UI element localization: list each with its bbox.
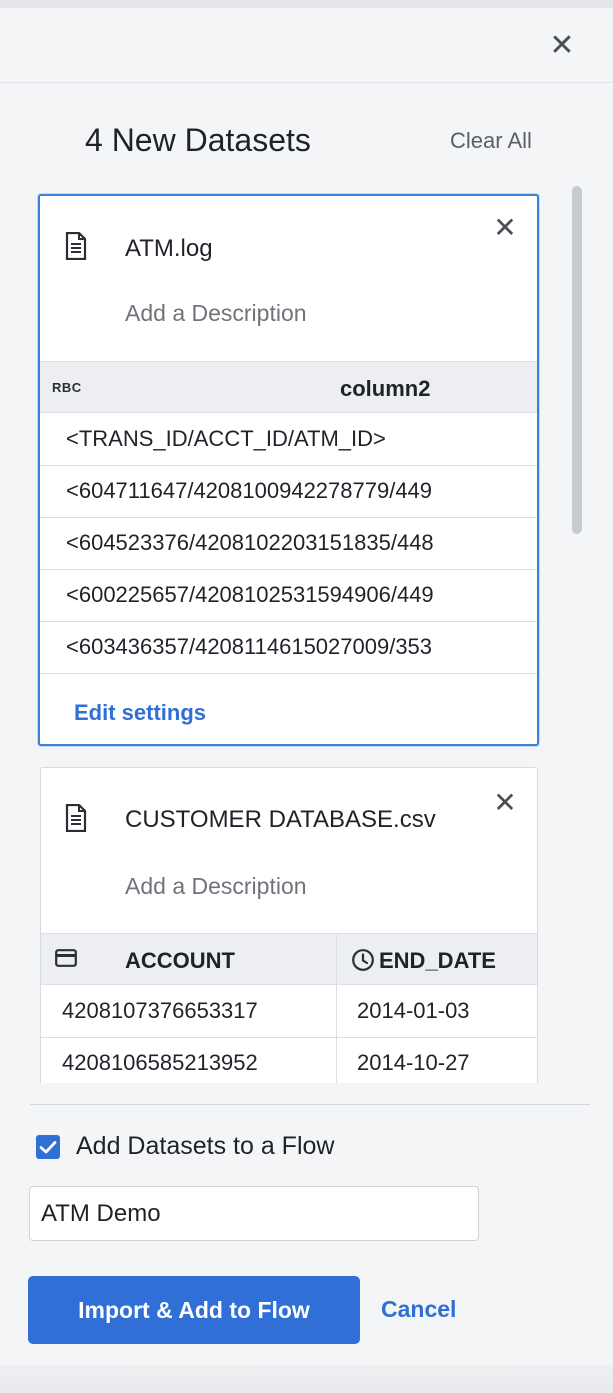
table-cell: 4208107376653317 bbox=[62, 998, 258, 1023]
footer-divider bbox=[30, 1104, 590, 1105]
dataset-name: CUSTOMER DATABASE.csv bbox=[125, 806, 436, 833]
description-field[interactable]: Add a Description bbox=[125, 300, 307, 327]
table-cell: 2014-01-03 bbox=[357, 998, 470, 1023]
bottom-edge bbox=[0, 1365, 613, 1393]
grid-header: ACCOUNT END_DATE bbox=[41, 933, 537, 986]
dataset-name: ATM.log bbox=[125, 235, 213, 262]
table-cell: <604523376/4208102203151835/448 bbox=[66, 530, 434, 555]
table-row: <604523376/4208102203151835/448 bbox=[40, 518, 537, 570]
table-row: <603436357/4208114615027009/353 bbox=[40, 622, 537, 674]
table-cell: <604711647/4208100942278779/449 bbox=[66, 478, 433, 503]
table-row: <604711647/4208100942278779/449 bbox=[40, 466, 537, 518]
panel-header bbox=[0, 8, 613, 83]
credit-card-icon bbox=[55, 949, 77, 967]
table-cell: <600225657/4208102531594906/449 bbox=[66, 582, 434, 607]
table-cell: <TRANS_ID/ACCT_ID/ATM_ID> bbox=[66, 426, 386, 451]
column-divider bbox=[336, 934, 337, 986]
table-row: <TRANS_ID/ACCT_ID/ATM_ID> bbox=[40, 414, 537, 466]
close-panel-button[interactable]: ✕ bbox=[544, 28, 580, 64]
edit-settings-link[interactable]: Edit settings bbox=[74, 700, 206, 726]
grid-header: RBC column2 bbox=[40, 361, 537, 413]
table-cell: 4208106585213952 bbox=[62, 1050, 258, 1075]
clock-icon bbox=[352, 949, 374, 971]
string-type-icon: RBC bbox=[52, 380, 82, 395]
flow-name-input[interactable] bbox=[29, 1186, 479, 1241]
close-icon: ✕ bbox=[493, 212, 517, 243]
column-header: column2 bbox=[340, 376, 431, 401]
top-border bbox=[0, 0, 613, 8]
table-row: 4208107376653317 2014-01-03 bbox=[41, 986, 537, 1038]
description-field[interactable]: Add a Description bbox=[125, 873, 307, 900]
cancel-button[interactable]: Cancel bbox=[381, 1296, 456, 1323]
add-to-flow-label[interactable]: Add Datasets to a Flow bbox=[76, 1132, 334, 1161]
panel-title: 4 New Datasets bbox=[85, 122, 311, 158]
add-to-flow-checkbox[interactable] bbox=[36, 1135, 60, 1159]
table-cell: <603436357/4208114615027009/353 bbox=[66, 634, 433, 659]
checkmark-icon bbox=[39, 1141, 57, 1154]
column-divider bbox=[336, 986, 337, 1038]
table-row: <600225657/4208102531594906/449 bbox=[40, 570, 537, 622]
scrollbar-thumb[interactable] bbox=[572, 186, 582, 534]
document-icon bbox=[65, 804, 87, 832]
close-icon: ✕ bbox=[549, 29, 575, 62]
remove-dataset-button[interactable]: ✕ bbox=[490, 213, 520, 243]
import-add-to-flow-button[interactable]: Import & Add to Flow bbox=[28, 1276, 360, 1344]
column-header: END_DATE bbox=[379, 948, 496, 973]
dataset-card[interactable]: CUSTOMER DATABASE.csv ✕ Add a Descriptio… bbox=[40, 767, 538, 1097]
document-icon bbox=[65, 232, 87, 260]
table-cell: 2014-10-27 bbox=[357, 1050, 470, 1075]
close-icon: ✕ bbox=[493, 787, 517, 818]
remove-dataset-button[interactable]: ✕ bbox=[490, 788, 520, 818]
column-header: ACCOUNT bbox=[125, 948, 235, 973]
dataset-card[interactable]: ATM.log ✕ Add a Description RBC column2 … bbox=[38, 194, 539, 746]
clear-all-link[interactable]: Clear All bbox=[450, 128, 532, 154]
